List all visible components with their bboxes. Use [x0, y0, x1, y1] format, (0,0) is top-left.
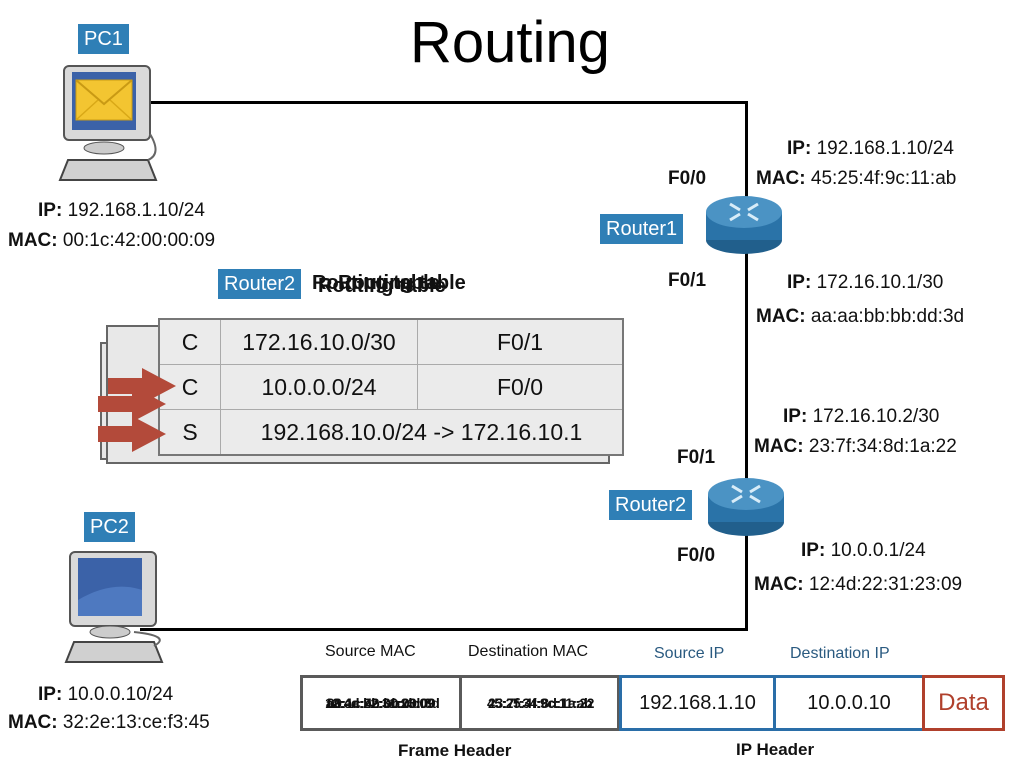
pc1-computer-mail-icon[interactable] [52, 64, 162, 184]
route-iface: F0/1 [417, 318, 624, 365]
pc2-ip: IP: 10.0.0.10/24 [38, 684, 173, 706]
packet-destination-ip: 10.0.0.10 [773, 675, 925, 731]
arrow-icon [98, 416, 166, 452]
table-row: S 192.168.10.0/24 -> 172.16.10.1 [158, 409, 624, 456]
pc1-ip: IP: 192.168.1.10/24 [38, 200, 205, 222]
route-static: 192.168.10.0/24 -> 172.16.10.1 [220, 409, 624, 456]
mac-key: MAC: [754, 436, 804, 457]
router2-f01-ip-value: 172.16.10.2/30 [812, 406, 940, 427]
router1-f01-mac-value: aa:aa:bb:bb:dd:3d [810, 306, 965, 327]
pc1-mac: MAC: 00:1c:42:00:00:09 [8, 230, 215, 252]
mac-key: MAC: [756, 306, 806, 327]
ip-key: IP: [38, 684, 63, 705]
pc2-label: PC2 [84, 512, 135, 542]
ip-key: IP: [783, 406, 808, 427]
router1-f00-mac: MAC: 45:25:4f:9c:11:ab [756, 168, 956, 190]
router1-f00-ip: IP: 192.168.1.10/24 [787, 138, 954, 160]
router1-port-f01: F0/1 [668, 270, 707, 291]
header-source-ip: Source IP [654, 645, 725, 662]
ip-header-label: IP Header [736, 740, 815, 759]
router2-label: Router2 [609, 490, 693, 520]
slide-title: Routing [410, 10, 610, 75]
router2-f00-mac-value: 12:4d:22:31:23:09 [808, 574, 963, 595]
ip-key: IP: [38, 200, 63, 221]
pc2-computer-icon[interactable] [62, 550, 172, 670]
routing-table-router-label: Router2 [218, 269, 302, 299]
router2-f01-mac-value: 23:7f:34:8d:1a:22 [808, 436, 957, 457]
wire-vertical [745, 101, 748, 631]
route-iface: F0/0 [417, 364, 624, 410]
mac-key: MAC: [756, 168, 806, 189]
frame-header-label: Frame Header [398, 741, 512, 760]
mac-key: MAC: [8, 712, 58, 733]
router1-f01-mac: MAC: aa:aa:bb:bb:dd:3d [756, 306, 964, 328]
mac-key: MAC: [8, 230, 58, 251]
router2-f01-ip: IP: 172.16.10.2/30 [783, 406, 939, 428]
packet-data: Data [922, 675, 1005, 731]
route-type: S [158, 409, 221, 456]
router2-f00-mac: MAC: 12:4d:22:31:23:09 [754, 574, 962, 596]
router1-f01-ip-value: 172.16.10.1/30 [816, 272, 944, 293]
router1-label: Router1 [600, 214, 684, 244]
router2-port-f01: F0/1 [677, 447, 716, 468]
pc2-mac-value: 32:2e:13:ce:f3:45 [62, 712, 210, 733]
router2-f01-mac: MAC: 23:7f:34:8d:1a:22 [754, 436, 957, 458]
packet-source-ip: 192.168.1.10 [619, 675, 776, 731]
routing-table-title-layer: Routing table [338, 272, 466, 294]
route-type: C [158, 318, 221, 365]
header-destination-mac: Destination MAC [468, 643, 589, 660]
route-network: 172.16.10.0/30 [220, 318, 418, 365]
router2-icon[interactable] [706, 474, 786, 540]
mac-key: MAC: [754, 574, 804, 595]
header-source-mac: Source MAC [325, 643, 416, 660]
wire-pc2-router2 [140, 628, 748, 631]
router2-port-f00: F0/0 [677, 545, 716, 566]
frame-source-mac: 00:1c:42:00:00:09 aa:aa:bb:bb:dd:3d 12:4… [300, 675, 462, 731]
wire-pc1-router1 [148, 101, 748, 104]
pc1-label: PC1 [78, 24, 129, 54]
router1-icon[interactable] [704, 192, 784, 258]
route-network: 10.0.0.0/24 [220, 364, 418, 410]
router1-f00-ip-value: 192.168.1.10/24 [816, 138, 954, 159]
ip-key: IP: [787, 272, 812, 293]
router1-f01-ip: IP: 172.16.10.1/30 [787, 272, 943, 294]
router1-port-f00: F0/0 [668, 168, 707, 189]
pc1-mac-value: 00:1c:42:00:00:09 [62, 230, 216, 251]
pc1-ip-value: 192.168.1.10/24 [67, 200, 205, 221]
frame-destination-mac: 45:25:4f:9c:11:ab 23:7f:34:8d:1a:22 [459, 675, 620, 731]
table-row: C 10.0.0.0/24 F0/0 [158, 364, 624, 410]
router2-f00-ip: IP: 10.0.0.1/24 [801, 540, 926, 562]
ip-key: IP: [787, 138, 812, 159]
header-destination-ip: Destination IP [790, 645, 890, 662]
pc2-mac: MAC: 32:2e:13:ce:f3:45 [8, 712, 210, 734]
routing-table: C 172.16.10.0/30 F0/1 C 10.0.0.0/24 F0/0… [158, 318, 624, 456]
table-row: C 172.16.10.0/30 F0/1 [158, 318, 624, 365]
src-mac-layer: 12:4d:22:31:23:09 [324, 695, 435, 711]
router2-f00-ip-value: 10.0.0.1/24 [830, 540, 926, 561]
dst-mac-layer: 23:7f:34:8d:1a:22 [488, 695, 594, 711]
ip-key: IP: [801, 540, 826, 561]
router1-f00-mac-value: 45:25:4f:9c:11:ab [810, 168, 957, 189]
pc2-ip-value: 10.0.0.10/24 [67, 684, 174, 705]
